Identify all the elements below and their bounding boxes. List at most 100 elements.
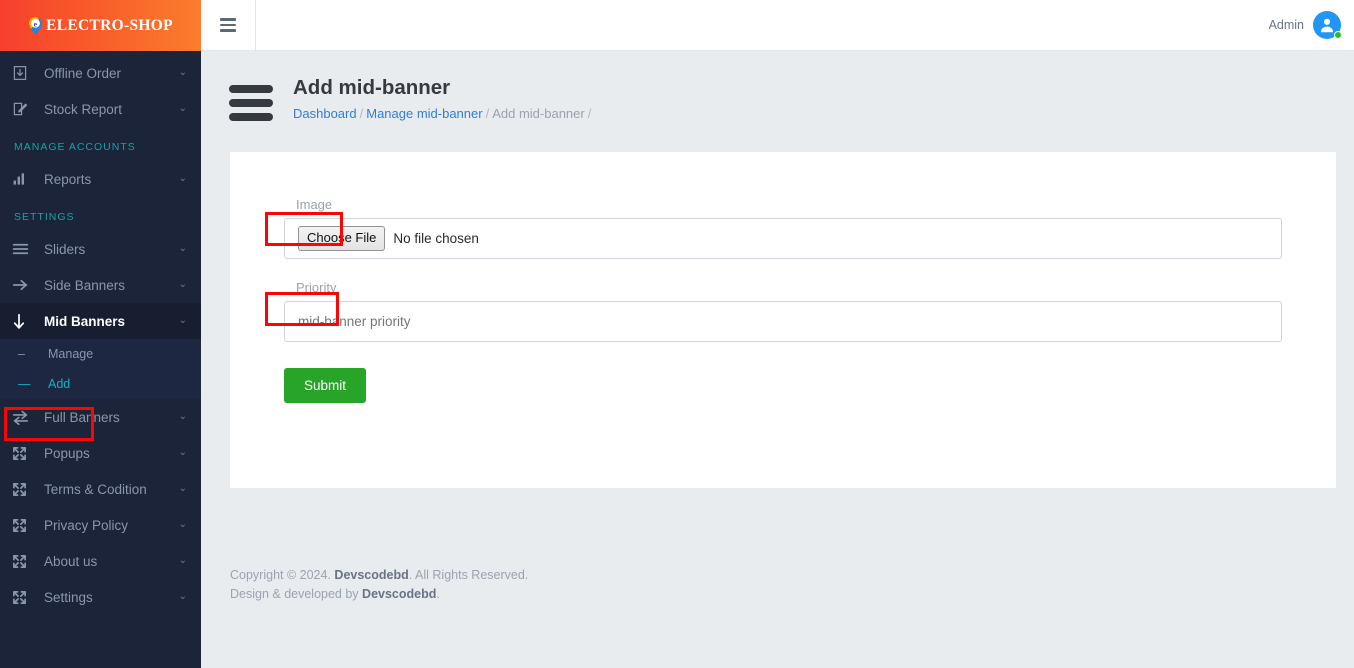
sidebar-submenu-mid-banners: – Manage — Add [0, 339, 201, 399]
edit-square-icon [12, 100, 34, 118]
sidebar-heading-manage-accounts: MANAGE ACCOUNTS [14, 141, 136, 153]
footer-copyright-prefix: Copyright © 2024. [230, 568, 331, 582]
sidebar-item-label: Offline Order [44, 65, 122, 81]
field-spacer [284, 259, 1282, 280]
sidebar-item-label: Mid Banners [44, 313, 126, 329]
chevron-down-icon: ⌄ [178, 410, 187, 422]
sidebar-item-full-banners[interactable]: Full Banners ⌄ [0, 399, 201, 435]
admin-label: Admin [1268, 18, 1304, 32]
footer-copyright-brand: Devscodebd [334, 568, 409, 582]
sidebar-item-sliders[interactable]: Sliders ⌄ [0, 231, 201, 267]
breadcrumb-current: Add mid-banner [492, 105, 585, 121]
sidebar-item-label: Settings [44, 589, 93, 605]
sidebar-item-offline-order[interactable]: Offline Order ⌄ [0, 55, 201, 91]
sidebar-item-privacy-policy[interactable]: Privacy Policy ⌄ [0, 507, 201, 543]
chevron-down-icon: ⌄ [178, 314, 187, 326]
sidebar-item-label: Full Banners [44, 409, 120, 425]
sidebar-item-about-us[interactable]: About us ⌄ [0, 543, 201, 579]
footer-design-suffix: . [436, 587, 440, 602]
sidebar-subitem-label: Manage [48, 347, 94, 361]
expand-icon [12, 444, 34, 462]
breadcrumb-separator: / [485, 105, 490, 121]
sidebar-item-mid-banners[interactable]: Mid Banners ⌄ [0, 303, 201, 339]
sidebar-toggle-button[interactable] [201, 0, 256, 51]
admin-menu[interactable]: Admin [1269, 11, 1354, 39]
location-pin-e-icon: e [28, 16, 43, 35]
sidebar-item-label: Side Banners [44, 277, 126, 293]
chevron-down-icon: ⌄ [178, 242, 187, 254]
choose-file-button[interactable]: Choose File [298, 226, 386, 251]
sidebar-item-reports[interactable]: Reports ⌄ [0, 161, 201, 197]
sidebar-item-label: Reports [44, 171, 92, 187]
chevron-down-icon: ⌄ [178, 518, 187, 530]
svg-text:e: e [34, 19, 38, 28]
sidebar-subitem-manage[interactable]: – Manage [0, 339, 201, 369]
footer-copyright-suffix: . All Rights Reserved. [408, 568, 529, 582]
image-file-input[interactable]: Choose File No file chosen [284, 218, 1282, 259]
dash-marker-icon: – [18, 347, 25, 361]
app-root: e ELECTRO-SHOP Offline Order ⌄ Stock Rep… [0, 0, 1354, 668]
swap-arrows-icon [12, 408, 34, 426]
sidebar-item-terms-condition[interactable]: Terms & Codition ⌄ [0, 471, 201, 507]
breadcrumb-link-manage[interactable]: Manage mid-banner [366, 106, 482, 121]
footer-credit: Design & developed by Devscodebd. [230, 585, 1354, 604]
sidebar-subitem-add[interactable]: — Add [0, 369, 201, 399]
sidebar-item-label: Privacy Policy [44, 517, 129, 533]
add-mid-banner-form: Image Choose File No file chosen Priorit… [230, 152, 1336, 403]
sidebar-item-label: Terms & Codition [44, 481, 147, 497]
sidebar-item-side-banners[interactable]: Side Banners ⌄ [0, 267, 201, 303]
sidebar: e ELECTRO-SHOP Offline Order ⌄ Stock Rep… [0, 0, 201, 668]
expand-icon [12, 516, 34, 534]
expand-icon [12, 552, 34, 570]
topbar: Admin [201, 0, 1354, 51]
breadcrumb-trailing-separator: / [587, 105, 592, 121]
hamburger-icon [220, 15, 236, 35]
breadcrumb-separator: / [359, 105, 364, 121]
page-title: Add mid-banner [293, 76, 451, 99]
chevron-down-icon: ⌄ [178, 482, 187, 494]
main-area: Admin Add mid-banner Dashboard / Manage … [201, 0, 1354, 668]
inbox-download-icon [12, 64, 34, 82]
footer: Copyright © 2024. Devscodebd. All Rights… [201, 488, 1354, 605]
breadcrumb: Dashboard / Manage mid-banner / Add mid-bann… [293, 106, 594, 121]
chevron-down-icon: ⌄ [178, 446, 187, 458]
expand-icon [12, 588, 34, 606]
arrow-right-icon [12, 276, 34, 294]
chevron-down-icon: ⌄ [178, 102, 187, 114]
breadcrumb-link-dashboard[interactable]: Dashboard [293, 106, 357, 121]
sidebar-item-popups[interactable]: Popups ⌄ [0, 435, 201, 471]
priority-input[interactable] [284, 301, 1282, 342]
sidebar-item-stock-report[interactable]: Stock Report ⌄ [0, 91, 201, 127]
sidebar-heading-settings: SETTINGS [14, 211, 75, 223]
menu-lines-icon [12, 240, 34, 258]
priority-field-label: Priority [296, 280, 337, 295]
dash-marker-icon: — [18, 377, 31, 391]
sidebar-subitem-label: Add [48, 377, 71, 391]
brand-logo[interactable]: e ELECTRO-SHOP [0, 0, 201, 51]
file-status-text: No file chosen [393, 231, 479, 246]
chevron-down-icon: ⌄ [178, 554, 187, 566]
sidebar-item-label: Sliders [44, 241, 86, 257]
chevron-down-icon: ⌄ [178, 278, 187, 290]
page-header: Add mid-banner Dashboard / Manage mid-bann… [201, 51, 1354, 127]
sidebar-item-label: About us [44, 553, 98, 569]
footer-design-prefix: Design & developed by [230, 587, 359, 602]
sidebar-item-settings[interactable]: Settings ⌄ [0, 579, 201, 615]
online-status-indicator [1334, 31, 1342, 39]
user-avatar-icon[interactable] [1313, 11, 1342, 39]
bar-chart-icon [12, 170, 34, 188]
sidebar-item-label: Stock Report [44, 101, 123, 117]
chevron-down-icon: ⌄ [178, 66, 187, 78]
expand-icon [12, 480, 34, 498]
brand-name: ELECTRO-SHOP [46, 16, 173, 34]
image-field-label: Image [296, 197, 333, 212]
content-area: Add mid-banner Dashboard / Manage mid-bann… [201, 51, 1354, 668]
arrow-down-icon [12, 312, 34, 330]
sidebar-nav: Offline Order ⌄ Stock Report ⌄ MANAGE AC… [0, 51, 201, 615]
submit-button[interactable]: Submit [284, 368, 367, 403]
form-card: Image Choose File No file chosen Priorit… [230, 152, 1336, 488]
sidebar-item-label: Popups [44, 445, 90, 461]
page-header-bars-icon [229, 76, 273, 127]
chevron-down-icon: ⌄ [178, 172, 187, 184]
footer-design-brand: Devscodebd [362, 587, 437, 602]
